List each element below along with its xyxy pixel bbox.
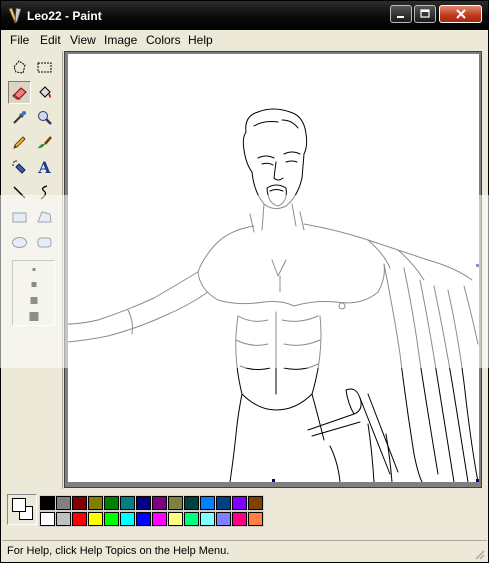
fill-tool[interactable] <box>33 81 56 104</box>
color-swatch[interactable] <box>247 495 264 511</box>
color-swatch[interactable] <box>135 511 152 527</box>
brush-size-2[interactable] <box>31 282 36 287</box>
menu-bar: File Edit View Image Colors Help <box>2 30 487 50</box>
text-tool[interactable]: A <box>33 156 56 179</box>
text-icon: A <box>38 158 51 177</box>
color-swatch[interactable] <box>247 511 264 527</box>
brush-tool[interactable] <box>33 131 56 154</box>
polygon-icon <box>37 211 52 223</box>
color-swatch[interactable] <box>103 511 120 527</box>
pick-color-tool[interactable] <box>8 106 31 129</box>
select-tool[interactable] <box>33 56 56 79</box>
line-icon <box>13 186 26 199</box>
color-swatch[interactable] <box>119 495 136 511</box>
menu-file[interactable]: File <box>7 32 32 48</box>
color-swatch[interactable] <box>151 495 168 511</box>
menu-help[interactable]: Help <box>185 32 216 48</box>
color-swatch[interactable] <box>55 511 72 527</box>
color-swatch[interactable] <box>71 511 88 527</box>
menu-image[interactable]: Image <box>101 32 140 48</box>
paint-app-icon <box>8 7 22 24</box>
brush-size-panel <box>12 260 55 326</box>
magnifier-tool[interactable] <box>33 106 56 129</box>
color-swatch[interactable] <box>39 511 56 527</box>
pick-color-icon <box>13 111 26 124</box>
curve-icon <box>40 185 48 200</box>
line-art-drawing <box>68 108 479 482</box>
color-swatch[interactable] <box>119 511 136 527</box>
color-swatch[interactable] <box>103 495 120 511</box>
curve-tool[interactable] <box>33 181 56 204</box>
minimize-button[interactable] <box>390 5 412 23</box>
airbrush-icon <box>12 160 26 174</box>
line-tool[interactable] <box>8 181 31 204</box>
select-icon <box>37 62 52 73</box>
minimize-icon <box>397 16 404 18</box>
rectangle-tool[interactable] <box>8 206 31 229</box>
eraser-tool[interactable] <box>8 81 31 104</box>
brush-size-1[interactable] <box>32 268 35 271</box>
color-swatch[interactable] <box>151 511 168 527</box>
ellipse-tool[interactable] <box>8 231 31 254</box>
color-swatch[interactable] <box>231 495 248 511</box>
color-swatch[interactable] <box>231 511 248 527</box>
ellipse-icon <box>12 237 27 248</box>
menu-colors[interactable]: Colors <box>143 32 184 48</box>
color-swatch[interactable] <box>87 495 104 511</box>
maximize-icon <box>420 9 430 18</box>
color-swatch[interactable] <box>215 495 232 511</box>
status-bar: For Help, click Help Topics on the Help … <box>2 540 487 562</box>
close-button[interactable] <box>439 5 482 23</box>
resize-handle-right[interactable] <box>476 264 479 267</box>
maximize-button[interactable] <box>414 5 436 23</box>
eraser-icon <box>12 87 27 100</box>
resize-handle-bottom[interactable] <box>272 479 275 482</box>
color-swatch[interactable] <box>215 511 232 527</box>
color-swatch[interactable] <box>199 495 216 511</box>
color-swatch[interactable] <box>71 495 88 511</box>
status-text: For Help, click Help Topics on the Help … <box>7 545 230 557</box>
pencil-tool[interactable] <box>8 131 31 154</box>
free-form-select-tool[interactable] <box>8 56 31 79</box>
pencil-icon <box>13 136 26 149</box>
color-swatch[interactable] <box>183 495 200 511</box>
resize-handle-corner[interactable] <box>476 479 479 482</box>
rounded-rectangle-tool[interactable] <box>33 231 56 254</box>
polygon-tool[interactable] <box>33 206 56 229</box>
color-swatch[interactable] <box>167 495 184 511</box>
brush-size-4[interactable] <box>29 312 38 321</box>
close-icon <box>455 9 466 19</box>
free-form-select-icon <box>13 60 26 74</box>
menu-view[interactable]: View <box>67 32 99 48</box>
toolbox: A <box>3 51 63 489</box>
rectangle-icon <box>12 212 27 223</box>
canvas-scroll-area <box>64 51 482 488</box>
foreground-color <box>12 498 26 512</box>
fill-icon <box>39 86 51 98</box>
color-swatch[interactable] <box>87 511 104 527</box>
color-swatch[interactable] <box>167 511 184 527</box>
color-swatch[interactable] <box>55 495 72 511</box>
resize-grip-icon[interactable] <box>473 548 485 560</box>
color-swatch[interactable] <box>183 511 200 527</box>
window-title: Leo22 - Paint <box>27 9 102 23</box>
brush-size-3[interactable] <box>30 297 37 304</box>
brush-icon <box>38 136 52 149</box>
color-swatch[interactable] <box>39 495 56 511</box>
paint-window: Leo22 - Paint File Edit View Image Color… <box>0 0 489 563</box>
color-swatch[interactable] <box>199 511 216 527</box>
rounded-rectangle-icon <box>37 237 52 248</box>
color-box <box>3 490 486 538</box>
title-bar[interactable]: Leo22 - Paint <box>1 1 488 30</box>
color-swatch[interactable] <box>135 495 152 511</box>
current-colors[interactable] <box>7 494 37 525</box>
magnifier-icon <box>38 111 52 125</box>
airbrush-tool[interactable] <box>8 156 31 179</box>
drawing-canvas[interactable] <box>68 54 479 482</box>
menu-edit[interactable]: Edit <box>37 32 64 48</box>
